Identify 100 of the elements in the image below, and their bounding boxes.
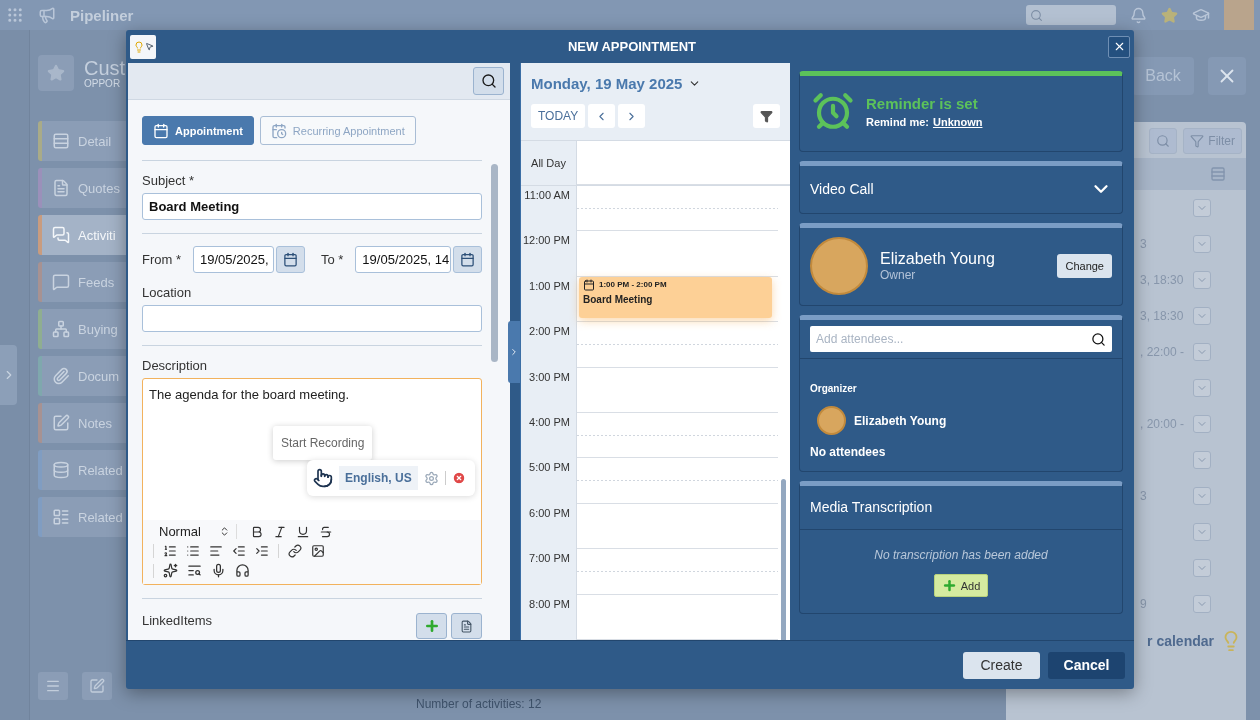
row-expand-button[interactable] [1193, 271, 1211, 289]
date-field[interactable]: 19/05/2025, [193, 246, 274, 273]
row-expand-button[interactable] [1193, 595, 1211, 613]
layout-edit-button[interactable] [82, 672, 112, 700]
row-expand-button[interactable] [1193, 343, 1211, 361]
time-label: 4:00 PM [521, 412, 577, 459]
align-left-icon[interactable] [209, 544, 223, 558]
apps-grid-icon[interactable] [6, 6, 24, 24]
nav-icon [52, 226, 70, 244]
cancel-button[interactable]: Cancel [1048, 651, 1125, 679]
graduation-cap-icon[interactable] [1192, 6, 1210, 24]
change-button[interactable]: Change [1057, 254, 1112, 278]
organizer-label: Organizer [810, 383, 858, 394]
row-expand-button[interactable] [1193, 415, 1211, 433]
photo-placeholder [817, 406, 846, 435]
field-label: From * [142, 252, 181, 267]
section-label: LinkedItems [142, 613, 213, 628]
date-picker[interactable]: Monday, 19 May 2025 [531, 75, 780, 92]
row-expand-button[interactable] [1193, 451, 1211, 469]
app-brand: Pipeliner [70, 6, 134, 24]
list-button[interactable] [451, 613, 482, 639]
appointment-type-tab[interactable]: Recurring Appointment [259, 116, 416, 145]
row-expand-button[interactable] [1193, 487, 1211, 505]
bell-icon[interactable] [1130, 6, 1147, 24]
subject-field[interactable]: Board Meeting [142, 193, 482, 220]
row-expand-button[interactable] [1193, 199, 1211, 217]
close-button[interactable] [1108, 35, 1130, 58]
plus-icon [423, 618, 440, 634]
bold-icon[interactable] [250, 524, 264, 539]
activity-count: Number of activities: 12 [416, 697, 542, 711]
add-button[interactable]: Add [933, 574, 989, 597]
record-subtitle: OPPOR [84, 77, 122, 89]
empty-attendees-text: No attendees [810, 445, 887, 459]
plus-icon [941, 578, 957, 593]
columns-icon[interactable] [1210, 166, 1226, 182]
organizer-name: Elizabeth Young [854, 413, 947, 428]
app-icon [130, 34, 156, 59]
date-picker-button[interactable] [452, 246, 482, 273]
expand-tab[interactable] [0, 345, 17, 405]
star-icon[interactable] [1161, 6, 1178, 24]
numbered-list-icon[interactable] [163, 544, 177, 558]
search-field[interactable] [1026, 5, 1116, 25]
scrollbar-thumb[interactable] [491, 164, 498, 362]
calendar-link[interactable]: r calendar [1147, 633, 1214, 649]
attendee-search-field[interactable]: Add attendees... [810, 326, 1112, 352]
date-field[interactable]: 19/05/2025, 14 [355, 246, 451, 273]
italic-icon[interactable] [273, 524, 287, 539]
add-button[interactable] [416, 613, 447, 639]
row-expand-button[interactable] [1193, 559, 1211, 577]
nav-icon [52, 367, 70, 385]
image-icon[interactable] [311, 544, 325, 558]
indent-icon[interactable] [255, 544, 269, 558]
nav-icon [52, 461, 70, 479]
reminder-link[interactable]: Unknown [932, 115, 983, 128]
alarm-clock-icon [812, 90, 854, 132]
chevron-right-icon [509, 346, 519, 357]
field-label: To * [320, 252, 344, 267]
previous-button[interactable] [588, 104, 616, 128]
underline-icon[interactable] [296, 524, 310, 539]
appointment-type-tab[interactable]: Appointment [142, 116, 254, 145]
row-expand-button[interactable] [1193, 235, 1211, 253]
close-circle-icon[interactable] [451, 471, 466, 485]
scrollbar-thumb[interactable] [781, 479, 786, 640]
microphone-icon[interactable] [211, 563, 226, 578]
headphones-icon[interactable] [235, 563, 250, 578]
filter-icon [1190, 134, 1205, 148]
up-down-arrows-icon [219, 526, 230, 537]
create-button[interactable]: Create [963, 651, 1040, 679]
location-field[interactable] [142, 305, 482, 332]
reminder-title: Reminder is set [866, 94, 979, 112]
event-title: Board Meeting [583, 293, 654, 305]
time-label: 8:00 PM [521, 594, 577, 640]
time-label: 1:00 PM [521, 276, 577, 323]
date-picker-button[interactable] [275, 246, 305, 273]
owner-name: Elizabeth Young [880, 250, 995, 268]
description-editor[interactable]: The agenda for the board meeting. Start Recording English, US Normal [142, 378, 482, 585]
row-expand-button[interactable] [1193, 523, 1211, 541]
avatar-placeholder[interactable] [1224, 0, 1254, 30]
strikethrough-icon[interactable] [319, 524, 333, 539]
expand-tab[interactable] [508, 320, 520, 383]
text-search-icon[interactable] [187, 563, 202, 578]
link-icon[interactable] [288, 544, 302, 558]
row-expand-button[interactable] [1193, 379, 1211, 397]
favorite-button[interactable] [38, 55, 74, 91]
outdent-icon[interactable] [232, 544, 246, 558]
time-label: 6:00 PM [521, 503, 577, 550]
calendar-clock-icon [270, 122, 287, 139]
today-button[interactable]: TODAY [531, 104, 586, 128]
search-icon [1091, 331, 1106, 347]
transcription-title: Media Transcription [800, 486, 1122, 530]
megaphone-icon[interactable] [38, 6, 56, 24]
format-select[interactable]: Normal [153, 524, 237, 539]
next-button[interactable] [618, 104, 646, 128]
bullet-list-icon[interactable] [186, 544, 200, 558]
search-button[interactable] [473, 67, 504, 95]
menu-button[interactable] [38, 672, 68, 700]
row-expand-button[interactable] [1193, 307, 1211, 325]
filter-button[interactable] [753, 104, 780, 128]
language-chip[interactable]: English, US [339, 466, 418, 490]
ai-sparkle-icon[interactable] [163, 563, 178, 578]
